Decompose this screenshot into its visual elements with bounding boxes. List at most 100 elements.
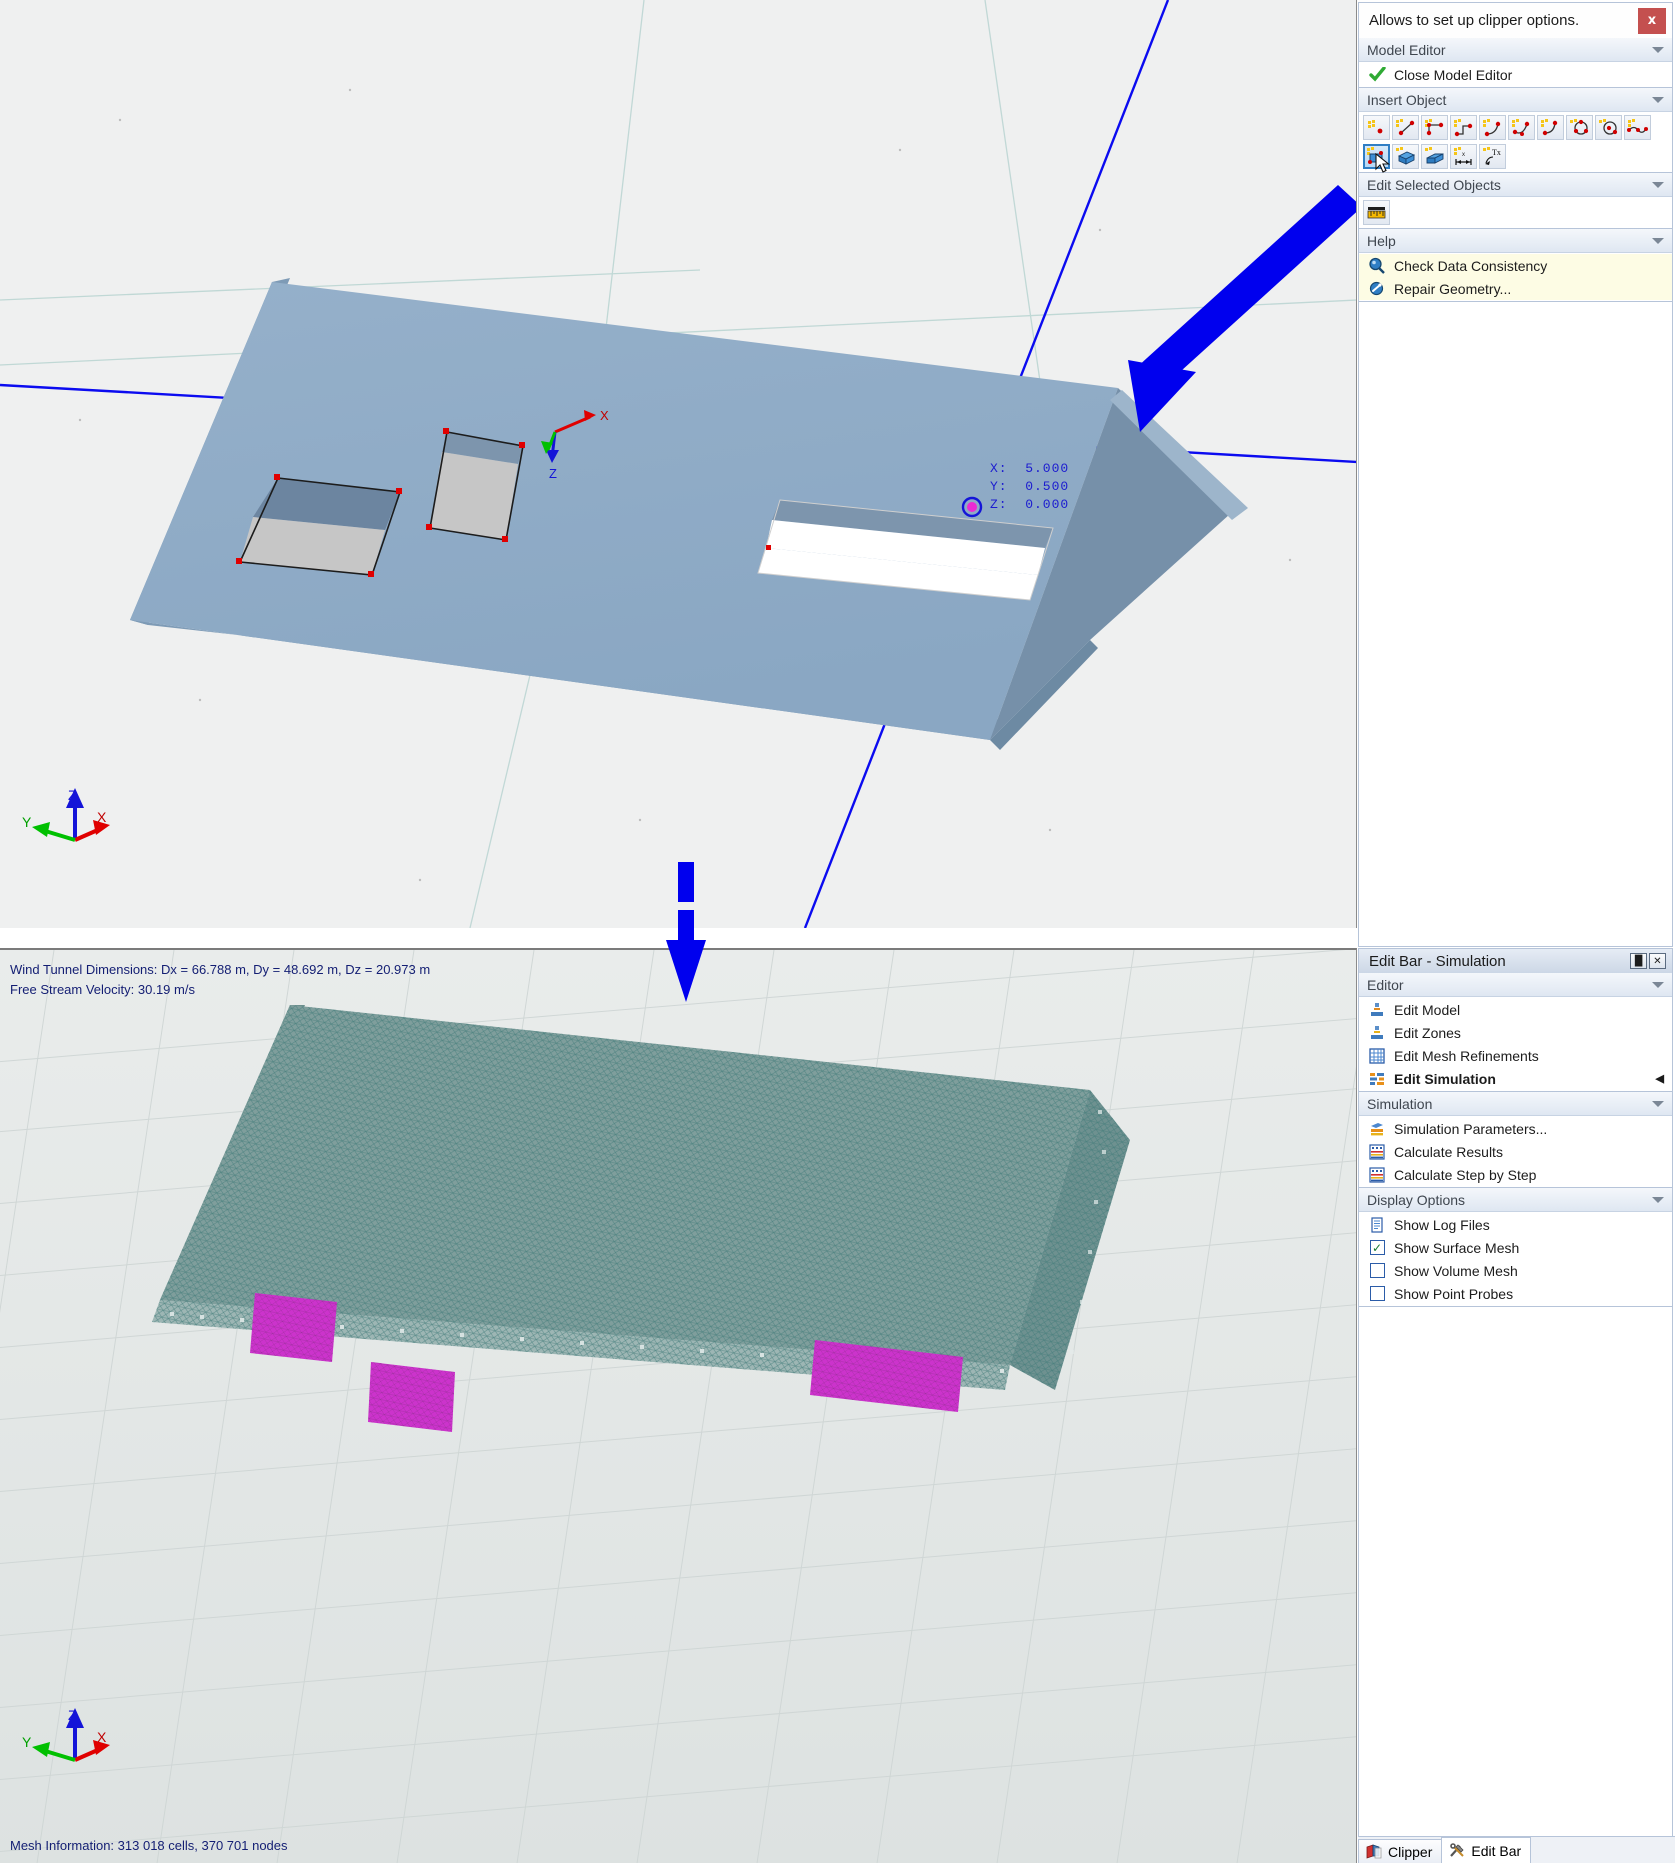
insert-clipper-button[interactable] bbox=[1363, 144, 1391, 173]
edit-selected-toolbar-row bbox=[1359, 198, 1672, 227]
menu-item-close-model-editor[interactable]: Close Model Editor bbox=[1359, 63, 1672, 86]
menu-item-show-point-probes[interactable]: Show Point Probes bbox=[1359, 1282, 1672, 1305]
close-icon[interactable]: x bbox=[1638, 7, 1666, 34]
svg-text:X: X bbox=[97, 809, 107, 825]
editbar-panel-titlebar: Edit Bar - Simulation ▐▌ ✕ bbox=[1358, 948, 1673, 973]
checkbox-unchecked-icon[interactable] bbox=[1367, 1262, 1387, 1280]
tools-icon bbox=[1448, 1843, 1466, 1859]
menu-item-simulation-parameters[interactable]: Simulation Parameters... bbox=[1359, 1117, 1672, 1140]
close-icon[interactable]: ✕ bbox=[1649, 953, 1666, 969]
chevron-down-icon[interactable] bbox=[1652, 237, 1664, 244]
calculate-icon bbox=[1367, 1143, 1387, 1161]
menu-item-calculate-step-by-step[interactable]: Calculate Step by Step bbox=[1359, 1163, 1672, 1186]
simulation-viewport[interactable]: Z X Y Wind Tunnel Dimensions: Dx = 66.78… bbox=[0, 948, 1357, 1863]
measure-ruler-button[interactable] bbox=[1363, 200, 1390, 225]
group-header-edit-selected-objects[interactable]: Edit Selected Objects bbox=[1359, 173, 1672, 197]
panel-tab-bar: Clipper Edit Bar bbox=[1358, 1836, 1675, 1863]
menu-item-edit-mesh-refinements[interactable]: Edit Mesh Refinements bbox=[1359, 1044, 1672, 1067]
svg-text:Tx: Tx bbox=[1492, 148, 1501, 157]
group-model-editor: Model Editor Close Model Editor bbox=[1358, 38, 1673, 88]
wind-tunnel-dimensions: Wind Tunnel Dimensions: Dx = 66.788 m, D… bbox=[10, 962, 431, 977]
chevron-down-icon[interactable] bbox=[1652, 96, 1664, 103]
menu-item-label: Show Point Probes bbox=[1394, 1285, 1514, 1302]
insert-extrude-button[interactable] bbox=[1421, 144, 1448, 169]
insert-spline-button[interactable] bbox=[1624, 115, 1651, 140]
menu-item-show-log-files[interactable]: Show Log Files bbox=[1359, 1213, 1672, 1236]
group-insert-object: Insert Object x Tx bbox=[1358, 88, 1673, 173]
chevron-down-icon[interactable] bbox=[1652, 981, 1664, 988]
chevron-down-icon[interactable] bbox=[1652, 46, 1664, 53]
chevron-down-icon[interactable] bbox=[1652, 1100, 1664, 1107]
insert-arc-center-button[interactable] bbox=[1537, 115, 1564, 140]
group-title: Display Options bbox=[1367, 1191, 1466, 1208]
insert-circle-button[interactable] bbox=[1566, 115, 1593, 140]
group-header-simulation[interactable]: Simulation bbox=[1359, 1092, 1672, 1116]
menu-item-repair-geometry[interactable]: Repair Geometry... bbox=[1359, 277, 1672, 300]
insert-polyline-right-angle-button[interactable] bbox=[1421, 115, 1448, 140]
group-header-editor[interactable]: Editor bbox=[1359, 973, 1672, 997]
insert-dimension-button[interactable]: x bbox=[1450, 144, 1477, 169]
checkbox-unchecked-icon[interactable] bbox=[1367, 1285, 1387, 1303]
document-icon bbox=[1367, 1216, 1387, 1234]
group-editor: Editor Edit Model Edit Zones Edit Mesh R… bbox=[1358, 973, 1673, 1092]
tab-label: Clipper bbox=[1388, 1843, 1433, 1860]
svg-text:X: X bbox=[600, 408, 609, 423]
magnifier-icon bbox=[1367, 257, 1387, 275]
group-title: Help bbox=[1367, 232, 1396, 249]
group-header-model-editor[interactable]: Model Editor bbox=[1359, 38, 1672, 62]
menu-item-label: Edit Model bbox=[1394, 1001, 1461, 1018]
green-check-icon bbox=[1367, 66, 1387, 84]
group-title: Edit Selected Objects bbox=[1367, 176, 1501, 193]
coordinate-z: Z: 0.000 bbox=[990, 497, 1070, 512]
mesh-information: Mesh Information: 313 018 cells, 370 701… bbox=[10, 1838, 288, 1853]
menu-item-label: Repair Geometry... bbox=[1394, 280, 1512, 297]
group-header-help[interactable]: Help bbox=[1359, 229, 1672, 253]
menu-item-edit-zones[interactable]: Edit Zones bbox=[1359, 1021, 1672, 1044]
model-editor-viewport[interactable]: X Z Z X Y X: 5.000 Y: 0.500 Z: 0.000 bbox=[0, 0, 1357, 928]
menu-item-label: Simulation Parameters... bbox=[1394, 1120, 1548, 1137]
insert-text-button[interactable]: Tx bbox=[1479, 144, 1506, 169]
svg-text:X: X bbox=[97, 1729, 107, 1745]
insert-point-button[interactable] bbox=[1363, 115, 1390, 140]
svg-text:Z: Z bbox=[68, 1707, 77, 1723]
insert-polyline-step-button[interactable] bbox=[1450, 115, 1477, 140]
clipper-cube-icon bbox=[1365, 1844, 1383, 1860]
group-edit-selected-objects: Edit Selected Objects bbox=[1358, 173, 1673, 229]
zones-icon bbox=[1367, 1024, 1387, 1042]
pin-icon[interactable]: ▐▌ bbox=[1630, 953, 1647, 969]
free-stream-velocity: Free Stream Velocity: 30.19 m/s bbox=[10, 982, 195, 997]
menu-item-edit-model[interactable]: Edit Model bbox=[1359, 998, 1672, 1021]
tab-label: Edit Bar bbox=[1471, 1842, 1522, 1859]
clipper-panel-titlebar: Allows to set up clipper options. x bbox=[1358, 2, 1673, 38]
insert-arc-tangent-button[interactable] bbox=[1479, 115, 1506, 140]
insert-arc-3point-button[interactable] bbox=[1508, 115, 1535, 140]
menu-item-show-surface-mesh[interactable]: ✓ Show Surface Mesh bbox=[1359, 1236, 1672, 1259]
group-header-display-options[interactable]: Display Options bbox=[1359, 1188, 1672, 1212]
insert-box-button[interactable] bbox=[1392, 144, 1419, 169]
chevron-down-icon[interactable] bbox=[1652, 181, 1664, 188]
checkbox-checked-icon[interactable]: ✓ bbox=[1367, 1239, 1387, 1257]
chevron-down-icon[interactable] bbox=[1652, 1196, 1664, 1203]
tab-edit-bar[interactable]: Edit Bar bbox=[1441, 1837, 1532, 1863]
editbar-panel-empty-area bbox=[1358, 1307, 1673, 1862]
svg-text:Z: Z bbox=[549, 466, 557, 481]
menu-item-edit-simulation[interactable]: Edit Simulation ◀ bbox=[1359, 1067, 1672, 1090]
menu-item-show-volume-mesh[interactable]: Show Volume Mesh bbox=[1359, 1259, 1672, 1282]
edit-bar-simulation-panel: Edit Bar - Simulation ▐▌ ✕ Editor Edit M… bbox=[1358, 948, 1673, 1862]
group-header-insert-object[interactable]: Insert Object bbox=[1359, 88, 1672, 112]
svg-text:Y: Y bbox=[22, 1734, 32, 1750]
parameters-icon bbox=[1367, 1120, 1387, 1138]
simulation-icon bbox=[1367, 1070, 1387, 1088]
clipper-panel-empty-area bbox=[1358, 302, 1673, 947]
insert-object-toolbar-row-2: x Tx bbox=[1359, 142, 1672, 173]
group-help: Help Check Data Consistency Repair Geome… bbox=[1358, 229, 1673, 302]
menu-item-label: Calculate Results bbox=[1394, 1143, 1503, 1160]
menu-item-label: Calculate Step by Step bbox=[1394, 1166, 1537, 1183]
menu-item-calculate-results[interactable]: Calculate Results bbox=[1359, 1140, 1672, 1163]
tab-clipper[interactable]: Clipper bbox=[1358, 1839, 1443, 1863]
insert-line-button[interactable] bbox=[1392, 115, 1419, 140]
menu-item-check-data-consistency[interactable]: Check Data Consistency bbox=[1359, 254, 1672, 277]
group-title: Editor bbox=[1367, 976, 1404, 993]
menu-item-label: Show Log Files bbox=[1394, 1216, 1490, 1233]
insert-circle-center-button[interactable] bbox=[1595, 115, 1622, 140]
